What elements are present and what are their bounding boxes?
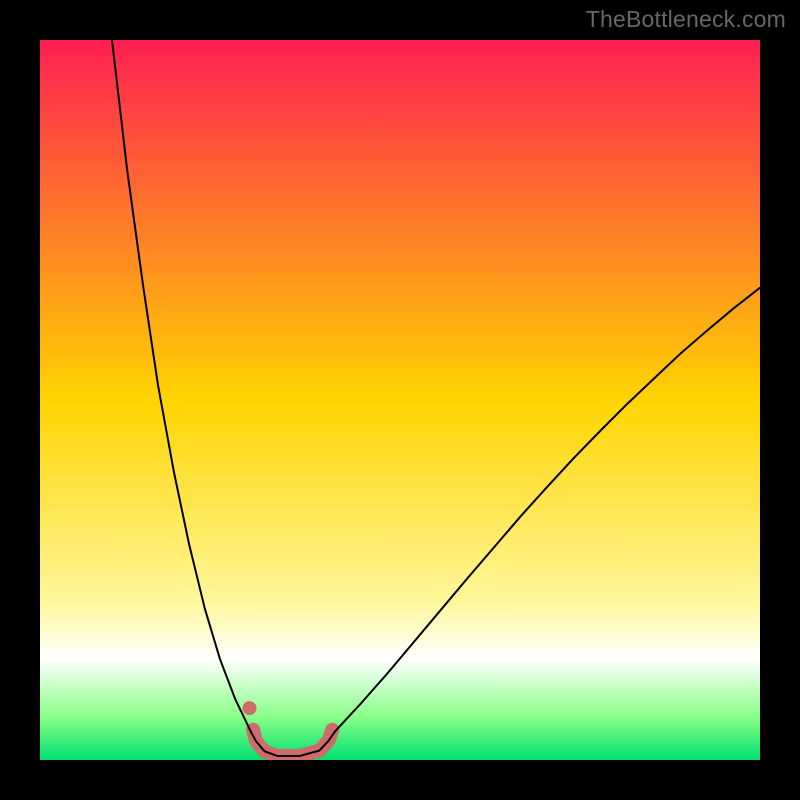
chart-frame: TheBottleneck.com xyxy=(0,0,800,800)
marker-shoulder-dot xyxy=(243,701,257,715)
watermark-text: TheBottleneck.com xyxy=(586,6,786,33)
plot-area xyxy=(40,40,760,760)
plot-svg xyxy=(40,40,760,760)
gradient-background xyxy=(40,40,760,760)
